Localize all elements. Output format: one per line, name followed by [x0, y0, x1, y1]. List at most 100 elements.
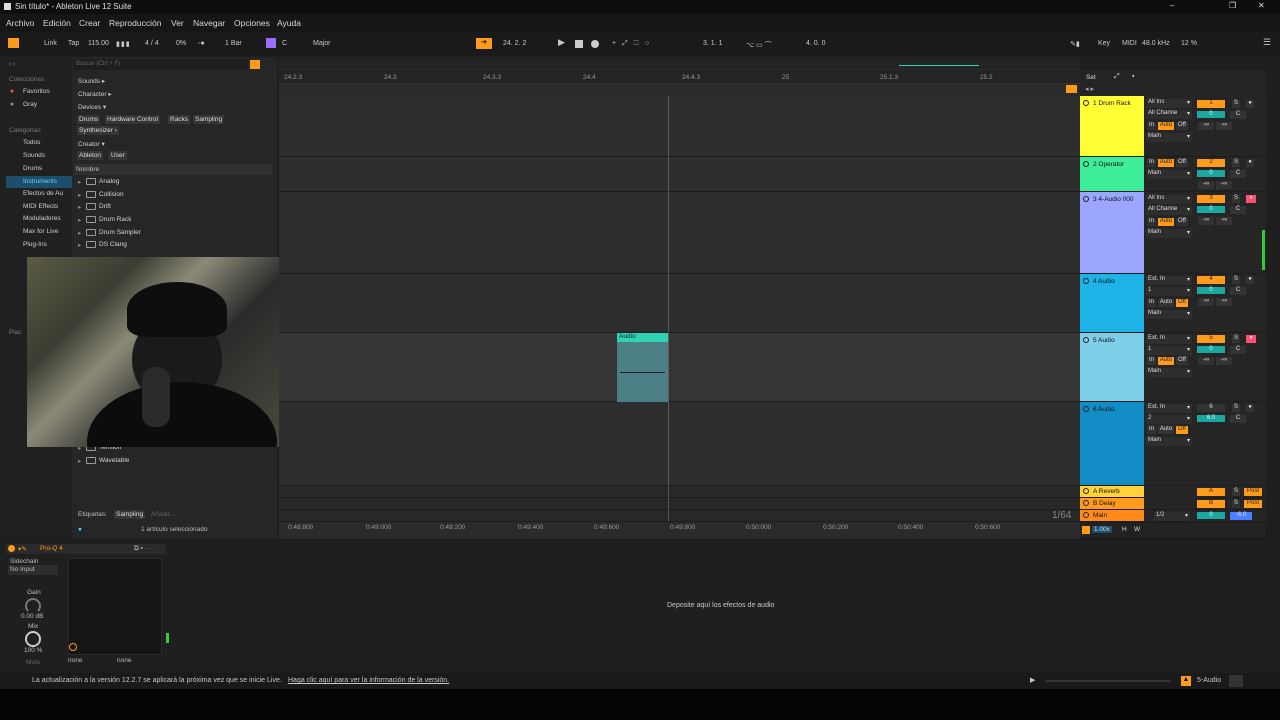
output-select[interactable]: Main: [1146, 229, 1192, 238]
filter-creator[interactable]: Creator ▾: [78, 140, 105, 148]
input-channel-select[interactable]: 1: [1146, 346, 1192, 355]
monitor-in-button[interactable]: In: [1147, 426, 1156, 434]
pan-field[interactable]: C: [1230, 170, 1246, 178]
track-activator-button[interactable]: 3: [1197, 195, 1225, 203]
track-header-return-b[interactable]: B Delay: [1080, 498, 1144, 510]
filter-character[interactable]: Character ▸: [78, 90, 112, 98]
output-select[interactable]: Main: [1146, 368, 1192, 377]
input-channel-select[interactable]: 2: [1146, 415, 1192, 424]
menu-reproduccion[interactable]: Reproducción: [109, 18, 161, 28]
tag-drums[interactable]: Drums: [77, 115, 101, 124]
monitor-off-button[interactable]: Off: [1176, 159, 1188, 167]
track-fold-icon[interactable]: [1083, 278, 1089, 284]
main-pan-field[interactable]: -6.0: [1230, 512, 1252, 520]
lane-audio-6[interactable]: [279, 402, 1080, 486]
nav-arrows-icon[interactable]: ◂ ▸: [1085, 85, 1094, 93]
set-button[interactable]: Set: [1086, 74, 1096, 81]
key-map-button[interactable]: Key: [1098, 40, 1110, 47]
status-scrollbar[interactable]: [1045, 680, 1171, 682]
warning-icon[interactable]: ▲: [1181, 676, 1191, 686]
send-a-field[interactable]: -∞: [1198, 357, 1214, 365]
send-b-field[interactable]: -∞: [1216, 298, 1232, 306]
release-notes-link[interactable]: Haga clic aquí para ver la información d…: [288, 677, 449, 684]
solo-button[interactable]: S: [1232, 100, 1240, 108]
main-routing-select[interactable]: 1/2: [1154, 512, 1190, 521]
tag-synthesizer[interactable]: Synthesizer ›: [77, 126, 119, 135]
category-plugins[interactable]: Plug-Ins: [23, 241, 47, 248]
track-header-drum-rack[interactable]: 1 Drum Rack: [1080, 96, 1144, 157]
lane-audio-4[interactable]: [279, 274, 1080, 333]
gain-knob[interactable]: [25, 598, 41, 614]
category-sounds[interactable]: Sounds: [23, 152, 45, 159]
track-activator-button[interactable]: 5: [1197, 335, 1225, 343]
monitor-auto-button[interactable]: Auto: [1158, 299, 1174, 307]
loop-marker-icon[interactable]: [1066, 85, 1077, 93]
list-item-analog[interactable]: ▸ Analog: [78, 176, 272, 188]
zoom-field[interactable]: 1.00x: [1092, 526, 1112, 533]
output-select[interactable]: Main: [1146, 133, 1192, 142]
monitor-auto-button[interactable]: Auto: [1158, 426, 1174, 434]
minimize-button[interactable]: –: [1170, 1, 1174, 10]
arm-button[interactable]: ●: [1246, 100, 1254, 108]
add-tag-button[interactable]: Añadir...: [151, 511, 175, 518]
lane-main[interactable]: [279, 510, 1080, 522]
mix-knob[interactable]: [25, 631, 41, 647]
monitor-in-button[interactable]: In: [1147, 159, 1156, 167]
eq-band-node[interactable]: [69, 643, 77, 651]
list-item-drift[interactable]: ▸ Drift: [78, 201, 272, 213]
option-select-1[interactable]: none: [68, 657, 82, 664]
pan-field[interactable]: C: [1230, 206, 1246, 214]
solo-button[interactable]: S: [1232, 500, 1240, 508]
list-item-collision[interactable]: ▸ Collision: [78, 189, 272, 201]
main-volume-field[interactable]: 0: [1197, 512, 1225, 519]
audio-clip[interactable]: Audio: [617, 333, 668, 402]
tag-user[interactable]: User: [109, 151, 127, 160]
arm-button[interactable]: ●: [1246, 195, 1256, 203]
automation-tools-icon[interactable]: + ⤢ ⬚ ○: [612, 40, 651, 48]
send-b-field[interactable]: -∞: [1216, 122, 1232, 130]
monitor-auto-button[interactable]: Auto: [1158, 122, 1174, 130]
search-input[interactable]: Buscar (Ctrl + F): [76, 61, 120, 67]
volume-field[interactable]: 0: [1197, 206, 1225, 213]
beat-ruler[interactable]: [279, 70, 1080, 84]
volume-field[interactable]: 0: [1197, 346, 1225, 353]
metronome-icon[interactable]: ◦●: [198, 40, 205, 47]
menu-opciones[interactable]: Opciones: [234, 18, 270, 28]
input-type-select[interactable]: All Ins: [1146, 99, 1192, 108]
list-item-drum-rack[interactable]: ▸ Drum Rack: [78, 214, 272, 226]
monitor-in-button[interactable]: In: [1147, 122, 1156, 130]
input-channel-select[interactable]: All Channe: [1146, 110, 1192, 119]
option-select-2[interactable]: none: [117, 657, 131, 664]
metronome-bars-icon[interactable]: ▮▮▮: [116, 40, 131, 48]
track-header-audio-4[interactable]: 4 Audio: [1080, 274, 1144, 333]
monitor-auto-button[interactable]: Auto: [1158, 159, 1174, 167]
send-a-field[interactable]: -∞: [1198, 181, 1214, 189]
category-midi-effects[interactable]: MIDI Effects: [23, 203, 58, 210]
width-button[interactable]: W: [1134, 526, 1140, 533]
solo-button[interactable]: S: [1232, 488, 1240, 496]
loop-start[interactable]: 3. 1. 1: [703, 40, 722, 47]
lock-icon[interactable]: ▪: [1132, 73, 1134, 80]
track-header-operator[interactable]: 2 Operator: [1080, 157, 1144, 192]
list-header[interactable]: Nombre: [74, 164, 272, 175]
send-b-field[interactable]: -∞: [1216, 217, 1232, 225]
track-fold-icon[interactable]: [1083, 500, 1089, 506]
key-select[interactable]: C: [282, 40, 287, 47]
send-a-field[interactable]: -∞: [1198, 122, 1214, 130]
search-filter-icon[interactable]: [250, 60, 260, 69]
monitor-in-button[interactable]: In: [1147, 218, 1156, 226]
track-header-return-a[interactable]: A Reverb: [1080, 486, 1144, 498]
menu-archivo[interactable]: Archivo: [6, 18, 34, 28]
pre-post-button[interactable]: Post: [1244, 500, 1262, 508]
track-fold-icon[interactable]: [1083, 100, 1089, 106]
expand-icon[interactable]: ▸: [78, 241, 81, 249]
close-button[interactable]: ✕: [1258, 1, 1265, 10]
monitor-auto-button[interactable]: Auto: [1158, 218, 1174, 226]
pan-field[interactable]: C: [1230, 346, 1246, 354]
output-select[interactable]: Main: [1146, 310, 1192, 319]
track-activator-button[interactable]: A: [1197, 488, 1225, 496]
groove-amount[interactable]: 0%: [176, 40, 186, 47]
arm-button[interactable]: ●: [1246, 335, 1256, 343]
input-type-select[interactable]: Ext. In: [1146, 404, 1192, 413]
category-max-for-live[interactable]: Max for Live: [23, 228, 58, 235]
